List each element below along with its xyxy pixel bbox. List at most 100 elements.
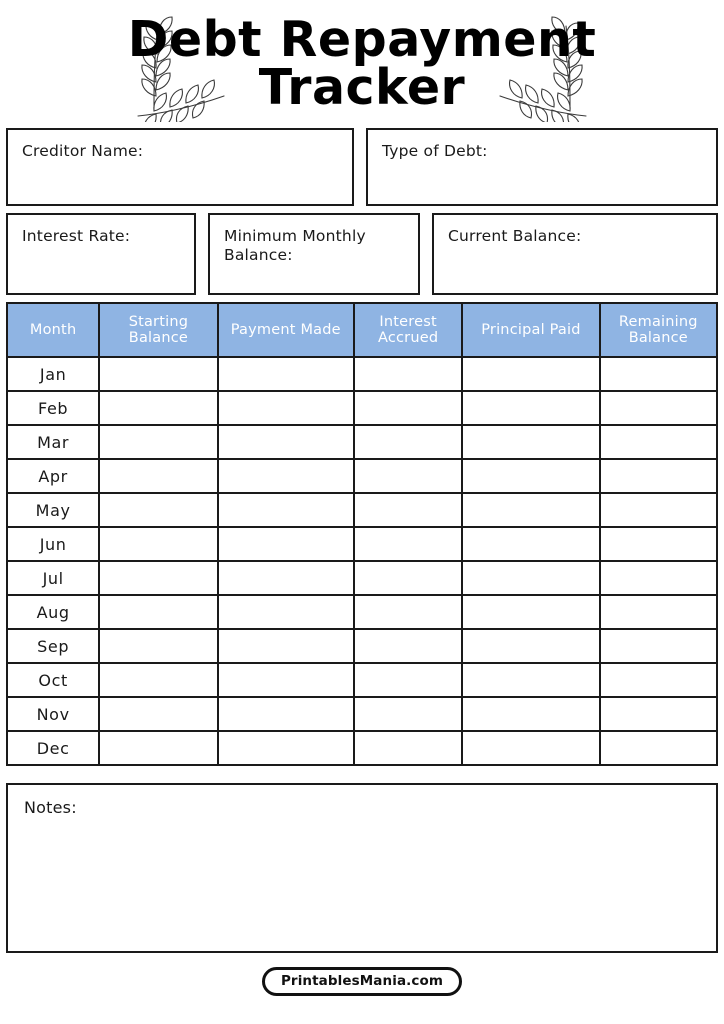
cell-interest-accrued-aug[interactable] (352, 594, 464, 630)
month-cell-feb: Feb (5, 390, 101, 426)
cell-principal-paid-jun[interactable] (461, 526, 601, 562)
cell-principal-paid-mar[interactable] (461, 424, 601, 460)
cell-remaining-balance-sep[interactable] (598, 628, 719, 664)
cell-remaining-balance-nov[interactable] (598, 696, 719, 732)
cell-interest-accrued-may[interactable] (352, 492, 464, 528)
cell-remaining-balance-apr[interactable] (598, 458, 719, 494)
month-cell-dec: Dec (5, 730, 101, 766)
table-row: Dec (5, 730, 719, 766)
cell-interest-accrued-apr[interactable] (352, 458, 464, 494)
cell-payment-made-oct[interactable] (216, 662, 355, 698)
cell-payment-made-apr[interactable] (216, 458, 355, 494)
cell-starting-balance-dec[interactable] (98, 730, 219, 766)
cell-starting-balance-apr[interactable] (98, 458, 219, 494)
repayment-tracker-table: Month Starting Balance Payment Made Inte… (5, 302, 719, 766)
cell-principal-paid-nov[interactable] (461, 696, 601, 732)
creditor-name-field[interactable]: Creditor Name: (6, 128, 354, 206)
cell-starting-balance-oct[interactable] (98, 662, 219, 698)
cell-principal-paid-jan[interactable] (461, 356, 601, 392)
column-header-interest-accrued: Interest Accrued (352, 302, 464, 358)
cell-interest-accrued-jul[interactable] (352, 560, 464, 596)
cell-interest-accrued-feb[interactable] (352, 390, 464, 426)
cell-remaining-balance-oct[interactable] (598, 662, 719, 698)
table-row: Jan (5, 356, 719, 392)
cell-interest-accrued-oct[interactable] (352, 662, 464, 698)
cell-remaining-balance-jun[interactable] (598, 526, 719, 562)
table-row: Nov (5, 696, 719, 732)
cell-payment-made-nov[interactable] (216, 696, 355, 732)
table-row: Jun (5, 526, 719, 562)
month-cell-mar: Mar (5, 424, 101, 460)
cell-principal-paid-apr[interactable] (461, 458, 601, 494)
cell-remaining-balance-jul[interactable] (598, 560, 719, 596)
minimum-monthly-balance-label: Minimum Monthly Balance: (224, 227, 366, 264)
month-cell-oct: Oct (5, 662, 101, 698)
table-row: Jul (5, 560, 719, 596)
cell-remaining-balance-aug[interactable] (598, 594, 719, 630)
field-row-2: Interest Rate: Minimum Monthly Balance: … (6, 213, 718, 295)
cell-interest-accrued-jun[interactable] (352, 526, 464, 562)
notes-label: Notes: (24, 798, 77, 817)
cell-principal-paid-may[interactable] (461, 492, 601, 528)
cell-remaining-balance-may[interactable] (598, 492, 719, 528)
cell-principal-paid-dec[interactable] (461, 730, 601, 766)
month-cell-jun: Jun (5, 526, 101, 562)
table-row: Mar (5, 424, 719, 460)
cell-payment-made-jun[interactable] (216, 526, 355, 562)
printable-worksheet-page: Debt Repayment Tracker Creditor Name: Ty… (0, 0, 724, 1024)
cell-starting-balance-aug[interactable] (98, 594, 219, 630)
cell-starting-balance-sep[interactable] (98, 628, 219, 664)
cell-starting-balance-nov[interactable] (98, 696, 219, 732)
cell-starting-balance-mar[interactable] (98, 424, 219, 460)
table-row: Feb (5, 390, 719, 426)
cell-remaining-balance-jan[interactable] (598, 356, 719, 392)
cell-interest-accrued-nov[interactable] (352, 696, 464, 732)
cell-payment-made-may[interactable] (216, 492, 355, 528)
cell-interest-accrued-sep[interactable] (352, 628, 464, 664)
table-body: Jan Feb Mar Apr May Jun Jul Aug Sep Oct Nov Dec (5, 356, 719, 766)
table-header: Month Starting Balance Payment Made Inte… (5, 302, 719, 358)
cell-principal-paid-aug[interactable] (461, 594, 601, 630)
cell-starting-balance-may[interactable] (98, 492, 219, 528)
cell-principal-paid-feb[interactable] (461, 390, 601, 426)
table-row: May (5, 492, 719, 528)
field-row-1: Creditor Name: Type of Debt: (6, 128, 718, 206)
cell-principal-paid-jul[interactable] (461, 560, 601, 596)
column-header-remaining-balance: Remaining Balance (598, 302, 719, 358)
minimum-monthly-balance-field[interactable]: Minimum Monthly Balance: (208, 213, 420, 295)
cell-payment-made-aug[interactable] (216, 594, 355, 630)
cell-remaining-balance-feb[interactable] (598, 390, 719, 426)
creditor-name-label: Creditor Name: (22, 142, 144, 160)
table-row: Sep (5, 628, 719, 664)
current-balance-field[interactable]: Current Balance: (432, 213, 718, 295)
cell-payment-made-jan[interactable] (216, 356, 355, 392)
cell-interest-accrued-mar[interactable] (352, 424, 464, 460)
notes-field[interactable]: Notes: (6, 783, 718, 953)
cell-interest-accrued-dec[interactable] (352, 730, 464, 766)
cell-interest-accrued-jan[interactable] (352, 356, 464, 392)
cell-principal-paid-oct[interactable] (461, 662, 601, 698)
month-cell-apr: Apr (5, 458, 101, 494)
type-of-debt-field[interactable]: Type of Debt: (366, 128, 718, 206)
month-cell-nov: Nov (5, 696, 101, 732)
brand-badge[interactable]: PrintablesMania.com (261, 967, 463, 996)
cell-starting-balance-jan[interactable] (98, 356, 219, 392)
cell-payment-made-dec[interactable] (216, 730, 355, 766)
cell-payment-made-mar[interactable] (216, 424, 355, 460)
cell-remaining-balance-dec[interactable] (598, 730, 719, 766)
cell-starting-balance-jul[interactable] (98, 560, 219, 596)
table-row: Oct (5, 662, 719, 698)
page-title: Debt Repayment Tracker (122, 15, 603, 112)
month-cell-may: May (5, 492, 101, 528)
cell-payment-made-jul[interactable] (216, 560, 355, 596)
interest-rate-field[interactable]: Interest Rate: (6, 213, 196, 295)
month-cell-sep: Sep (5, 628, 101, 664)
cell-starting-balance-jun[interactable] (98, 526, 219, 562)
page-footer: PrintablesMania.com (6, 967, 718, 996)
cell-remaining-balance-mar[interactable] (598, 424, 719, 460)
cell-payment-made-feb[interactable] (216, 390, 355, 426)
cell-payment-made-sep[interactable] (216, 628, 355, 664)
cell-principal-paid-sep[interactable] (461, 628, 601, 664)
column-header-month: Month (5, 302, 101, 358)
cell-starting-balance-feb[interactable] (98, 390, 219, 426)
